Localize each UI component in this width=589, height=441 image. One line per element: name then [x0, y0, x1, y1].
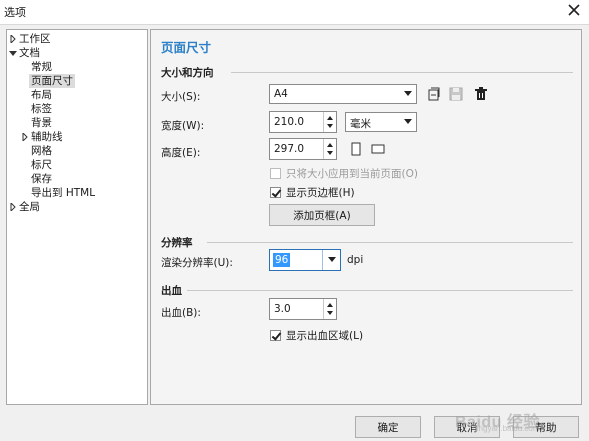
spin-down-icon[interactable]: [327, 124, 333, 128]
tree-item-layout[interactable]: 布局: [31, 88, 52, 102]
show-bleed-area-checkbox[interactable]: 显示出血区域(L): [270, 328, 363, 343]
expand-arrow-icon[interactable]: [9, 35, 17, 43]
expand-arrow-icon[interactable]: [9, 203, 17, 211]
tree-item-label: 背景: [31, 117, 52, 129]
dropdown-button[interactable]: [322, 250, 340, 270]
checkbox-label: 显示出血区域(L): [286, 330, 364, 342]
tree-item-rulers[interactable]: 标尺: [31, 158, 52, 172]
tree-item-label: 布局: [31, 89, 52, 101]
tree-item-general[interactable]: 常规: [31, 60, 52, 74]
spin-down-icon[interactable]: [327, 151, 333, 155]
tree-item-label: 标签: [31, 103, 52, 115]
add-page-frame-button[interactable]: 添加页框(A): [269, 204, 375, 226]
checkbox-label: 只将大小应用到当前页面(O): [286, 168, 418, 180]
tree-item-label: 常规: [31, 61, 52, 73]
watermark: Baidu 经验 jingyan.baidu.com: [455, 408, 540, 433]
section-divider: [231, 72, 573, 73]
window-title: 选项: [4, 6, 26, 19]
tree-item-guidelines[interactable]: 辅助线: [21, 130, 63, 144]
page-title: 页面尺寸: [161, 40, 212, 55]
checkbox-label: 显示页边框(H): [286, 187, 355, 199]
save-preset-icon[interactable]: [425, 85, 443, 103]
chevron-down-icon: [404, 91, 412, 96]
size-label: 大小(S):: [161, 91, 201, 103]
spin-up-icon[interactable]: [327, 303, 333, 307]
tree-item-background[interactable]: 背景: [31, 116, 52, 130]
title-bar: 选项: [0, 0, 589, 24]
section-divider: [187, 290, 573, 291]
tree-item-workspace[interactable]: 工作区: [9, 32, 51, 46]
chevron-down-icon: [404, 119, 412, 124]
landscape-icon[interactable]: [369, 140, 387, 158]
spinner-buttons[interactable]: [323, 299, 336, 319]
tree-item-label: 保存: [31, 173, 52, 185]
chevron-down-icon: [328, 257, 336, 262]
tree-item-global[interactable]: 全局: [9, 200, 40, 214]
render-resolution-combo[interactable]: 96: [269, 249, 341, 271]
bleed-label: 出血(B):: [161, 307, 201, 319]
tree-item-document[interactable]: 文档: [9, 46, 40, 60]
spinner-buttons[interactable]: [323, 139, 336, 159]
height-label: 高度(E):: [161, 147, 201, 159]
tree-item-label: 标尺: [31, 159, 52, 171]
ok-button[interactable]: 确定: [355, 416, 421, 438]
unit-value: 毫米: [350, 118, 371, 130]
options-tree[interactable]: 工作区 文档 常规 页面尺寸 布局 标签 背景 辅助线 网格 标尺 保存 导出到…: [6, 29, 148, 405]
render-resolution-label: 渲染分辨率(U):: [161, 257, 233, 269]
tree-item-label: 全局: [19, 201, 40, 213]
tree-item-save[interactable]: 保存: [31, 172, 52, 186]
tree-item-page-size[interactable]: 页面尺寸: [29, 74, 75, 88]
spin-up-icon[interactable]: [327, 143, 333, 147]
settings-panel: 页面尺寸 大小和方向 大小(S): A4 宽度(W): 210.0 毫米 高度(…: [150, 29, 582, 405]
width-label: 宽度(W):: [161, 120, 205, 132]
width-spinner[interactable]: 210.0: [269, 111, 337, 133]
dialog-body: 工作区 文档 常规 页面尺寸 布局 标签 背景 辅助线 网格 标尺 保存 导出到…: [0, 24, 589, 441]
unit-dropdown[interactable]: 毫米: [345, 112, 417, 132]
tree-item-export-html[interactable]: 导出到 HTML: [31, 186, 95, 200]
section-heading-bleed: 出血: [161, 285, 182, 297]
tree-item-label: 工作区: [19, 33, 51, 45]
tree-item-label: 导出到 HTML: [31, 187, 96, 199]
section-heading-size: 大小和方向: [161, 67, 214, 79]
section-heading-resolution: 分辨率: [161, 237, 193, 249]
bleed-spinner[interactable]: 3.0: [269, 298, 337, 320]
spin-down-icon[interactable]: [327, 311, 333, 315]
bleed-value: 3.0: [274, 303, 291, 315]
expand-arrow-icon[interactable]: [21, 133, 29, 141]
save-icon[interactable]: [447, 85, 465, 103]
resolution-unit: dpi: [347, 254, 364, 266]
apply-current-page-only-checkbox[interactable]: 只将大小应用到当前页面(O): [270, 166, 418, 181]
checkbox-box[interactable]: [270, 168, 281, 179]
render-resolution-value[interactable]: 96: [273, 253, 291, 267]
tree-item-grid[interactable]: 网格: [31, 144, 52, 158]
section-divider: [207, 242, 573, 243]
page-size-value: A4: [274, 88, 288, 100]
collapse-arrow-icon[interactable]: [9, 49, 17, 57]
width-value: 210.0: [274, 116, 305, 128]
tree-item-label: 网格: [31, 145, 52, 157]
show-page-border-checkbox[interactable]: 显示页边框(H): [270, 185, 355, 200]
page-size-dropdown[interactable]: A4: [269, 84, 417, 104]
watermark-subtext: jingyan.baidu.com: [475, 424, 540, 433]
spinner-buttons[interactable]: [323, 112, 336, 132]
tree-item-label-settings[interactable]: 标签: [31, 102, 52, 116]
tree-item-label: 页面尺寸: [31, 75, 73, 87]
checkbox-box[interactable]: [270, 330, 281, 341]
tree-item-label: 辅助线: [31, 131, 63, 143]
portrait-icon[interactable]: [347, 140, 365, 158]
spin-up-icon[interactable]: [327, 116, 333, 120]
checkbox-box[interactable]: [270, 187, 281, 198]
close-icon[interactable]: [565, 1, 583, 19]
height-value: 297.0: [274, 143, 305, 155]
delete-icon[interactable]: [472, 85, 490, 103]
tree-item-label: 文档: [19, 47, 40, 59]
height-spinner[interactable]: 297.0: [269, 138, 337, 160]
